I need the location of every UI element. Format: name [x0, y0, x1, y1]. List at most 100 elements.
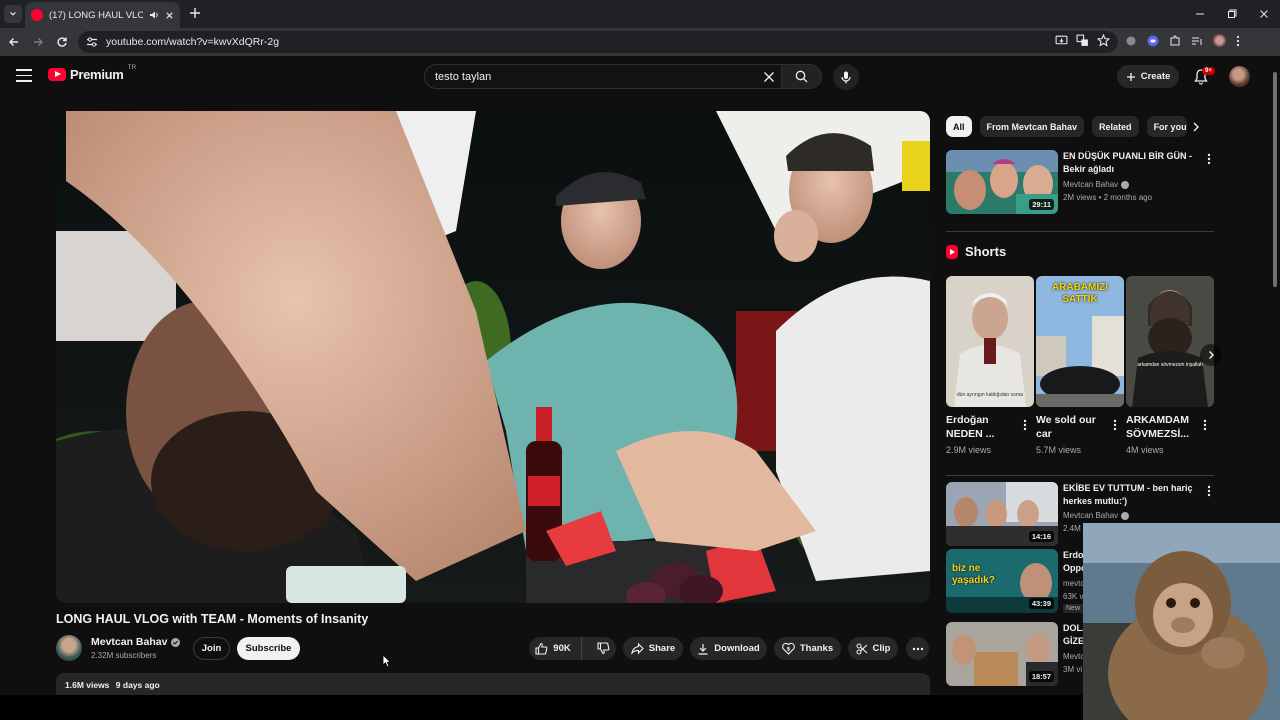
channel-name: Mevtcan Bahav — [91, 636, 168, 648]
tab-search-button[interactable] — [4, 5, 22, 23]
kebab-menu-icon[interactable] — [1236, 35, 1240, 47]
mouse-cursor-icon — [382, 654, 392, 668]
thumbs-down-icon — [597, 642, 610, 655]
voice-search-button[interactable] — [833, 64, 859, 90]
dislike-button[interactable] — [587, 637, 620, 660]
more-actions-button[interactable] — [906, 637, 929, 660]
verified-check-icon — [1121, 180, 1130, 189]
thumbnail-overlay-text: biz ne yaşadık? — [952, 563, 995, 586]
filter-chips: All From Mevtcan Bahav Related For you — [946, 116, 1187, 137]
bookmark-star-icon[interactable] — [1097, 34, 1110, 47]
chip-all[interactable]: All — [946, 116, 972, 137]
download-icon — [698, 643, 708, 655]
search-icon — [795, 70, 808, 83]
site-settings-icon[interactable] — [86, 36, 98, 48]
reload-icon — [57, 37, 67, 47]
speaker-icon[interactable] — [149, 10, 159, 20]
guide-menu-icon[interactable] — [16, 69, 32, 83]
thanks-label: Thanks — [799, 643, 834, 654]
download-button[interactable]: Download — [690, 637, 767, 660]
verified-check-icon — [1121, 511, 1130, 520]
short-views: 2.9M views — [946, 445, 992, 455]
extension-shield-icon[interactable] — [1125, 35, 1137, 47]
like-button[interactable]: 90K — [525, 637, 582, 660]
close-icon[interactable] — [165, 11, 174, 20]
short-overlay-text: ARABAMIZI SATTIK — [1051, 282, 1109, 305]
video-title: LONG HAUL VLOG with TEAM - Moments of In… — [56, 612, 369, 626]
create-label: Create — [1140, 71, 1171, 82]
chip-related[interactable]: Related — [1092, 116, 1139, 137]
account-avatar[interactable] — [1229, 66, 1250, 87]
kebab-menu-icon[interactable] — [1110, 418, 1120, 432]
browser-toolbar: youtube.com/watch?v=kwvXdQRr-2g — [0, 28, 1280, 56]
short-item[interactable]: dün ayrıngın kaldığıdan sonra Erdoğan NE… — [946, 276, 1034, 455]
view-count: 1.6M views — [65, 680, 110, 690]
youtube-masthead: Premium TR testo taylan Create 9+ — [0, 56, 1280, 100]
microphone-icon — [841, 71, 851, 83]
close-icon — [764, 71, 774, 82]
shorts-next-button[interactable] — [1200, 344, 1222, 366]
thanks-button[interactable]: $ Thanks — [774, 637, 841, 660]
address-bar[interactable]: youtube.com/watch?v=kwvXdQRr-2g — [78, 31, 1118, 53]
logo-text: Premium — [70, 67, 124, 82]
discord-extension-icon[interactable] — [1147, 35, 1159, 47]
kebab-menu-icon[interactable] — [1200, 418, 1210, 432]
short-item[interactable]: arkamdan sövmezsin inşallah ARKAMDAM SÖV… — [1126, 276, 1214, 455]
short-thumbnail: arkamdan sövmezsin inşallah — [1126, 276, 1214, 407]
browser-tab[interactable]: (17) LONG HAUL VLOG with TEAM - Moments … — [25, 2, 180, 28]
chevron-down-icon — [10, 11, 16, 16]
chevron-right-icon[interactable] — [1190, 121, 1202, 133]
clip-button[interactable]: Clip — [848, 637, 898, 660]
short-overlay-text: dün ayrıngın kaldığıdan sonra — [956, 392, 1024, 398]
url-text: youtube.com/watch?v=kwvXdQRr-2g — [106, 36, 280, 48]
chip-from-channel[interactable]: From Mevtcan Bahav — [979, 116, 1085, 137]
scissors-icon — [856, 643, 867, 654]
create-button[interactable]: Create — [1117, 65, 1179, 88]
video-duration: 18:57 — [1028, 671, 1054, 682]
restore-button[interactable] — [1216, 0, 1248, 28]
new-tab-plus-icon[interactable] — [188, 6, 202, 20]
youtube-premium-logo[interactable]: Premium TR — [48, 64, 136, 82]
kebab-menu-icon[interactable] — [1204, 484, 1214, 498]
youtube-play-logo-icon — [48, 68, 66, 81]
chevron-right-icon — [1209, 351, 1214, 359]
share-label: Share — [648, 643, 676, 654]
channel-name-link[interactable]: Mevtcan Bahav — [91, 636, 181, 648]
media-controls-icon[interactable] — [1191, 35, 1203, 47]
kebab-menu-icon[interactable] — [1204, 152, 1214, 166]
recommended-video[interactable]: 29:11 EN DÜŞÜK PUANLI BİR GÜN - Bekir ağ… — [946, 150, 1214, 214]
page-scrollbar-thumb[interactable] — [1273, 72, 1277, 287]
webcam-overlay — [1083, 523, 1280, 720]
profile-avatar[interactable] — [1213, 34, 1226, 47]
chip-for-you[interactable]: For you — [1146, 116, 1187, 137]
channel-name: Mevtcan Bahav — [1063, 511, 1130, 520]
shorts-title: Shorts — [965, 244, 1007, 259]
short-item[interactable]: ARABAMIZI SATTIK We sold our car 5.7M vi… — [1036, 276, 1124, 455]
kebab-menu-icon[interactable] — [1020, 418, 1030, 432]
join-button[interactable]: Join — [193, 637, 230, 660]
forward-button[interactable] — [30, 34, 46, 50]
search-value: testo taylan — [435, 70, 492, 83]
translate-icon[interactable] — [1076, 34, 1089, 47]
bottom-black-bar — [0, 695, 1083, 720]
minimize-button[interactable] — [1184, 0, 1216, 28]
back-button[interactable] — [6, 34, 22, 50]
like-dislike-group: 90K — [529, 637, 616, 660]
super-thanks-icon: $ — [781, 642, 795, 655]
thumbs-up-icon — [535, 642, 548, 655]
video-thumbnail: 14:16 — [946, 482, 1058, 546]
subscribe-button[interactable]: Subscribe — [237, 637, 300, 660]
install-app-icon[interactable] — [1055, 34, 1068, 47]
short-thumbnail: ARABAMIZI SATTIK — [1036, 276, 1124, 407]
clear-search-button[interactable] — [757, 65, 781, 89]
share-button[interactable]: Share — [623, 637, 683, 660]
video-player[interactable] — [56, 111, 930, 603]
search-button[interactable] — [782, 64, 822, 89]
reload-button[interactable] — [54, 34, 70, 50]
puzzle-icon[interactable] — [1169, 35, 1181, 47]
channel-avatar[interactable] — [56, 635, 82, 661]
search-input[interactable]: testo taylan — [424, 64, 782, 89]
window-close-button[interactable] — [1248, 0, 1280, 28]
video-thumbnail: biz ne yaşadık? 43:39 — [946, 549, 1058, 613]
minimize-icon — [1196, 13, 1204, 15]
